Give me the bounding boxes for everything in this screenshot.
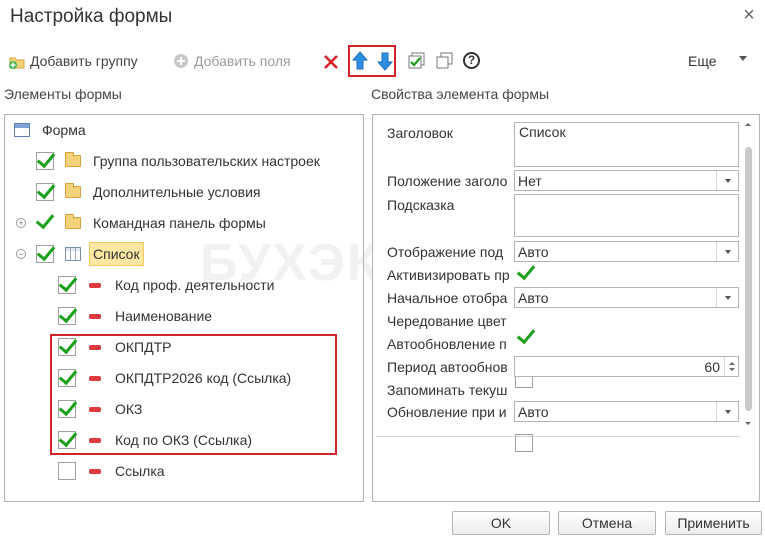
tree-checkbox[interactable] <box>58 307 76 325</box>
tree-item-label: Список <box>89 242 144 266</box>
prop-initial-display-label: Начальное отобра <box>387 290 508 306</box>
delete-icon[interactable] <box>322 53 340 74</box>
chevron-down-icon[interactable] <box>739 56 747 61</box>
ok-button[interactable]: OK <box>452 511 550 535</box>
tree-item-label: Дополнительные условия <box>93 184 261 200</box>
check-all-icon[interactable] <box>408 52 426 73</box>
field-icon <box>89 282 101 288</box>
select-value: Авто <box>518 289 549 306</box>
add-group-icon <box>8 52 26 70</box>
select-value: Авто <box>518 243 549 260</box>
prop-period-label: Период автообнов <box>387 359 508 375</box>
expand-icon[interactable]: + <box>16 218 26 228</box>
activate-checkbox[interactable] <box>517 265 535 283</box>
copy-icon[interactable] <box>436 52 454 73</box>
select-value: Авто <box>518 403 549 420</box>
prop-activate-label: Активизировать пр <box>387 267 510 283</box>
add-fields-label: Добавить поля <box>194 53 291 69</box>
select-value: Нет <box>518 172 542 189</box>
move-down-icon[interactable] <box>376 51 394 74</box>
tree-item-label: Ссылка <box>115 463 165 479</box>
add-fields-icon <box>172 52 190 70</box>
scrollbar-thumb[interactable] <box>745 147 752 411</box>
element-properties-label: Свойства элемента формы <box>371 86 550 102</box>
tree-checkbox[interactable] <box>58 276 76 294</box>
tree-item-field[interactable]: Наименование <box>58 304 212 328</box>
divider <box>376 436 740 437</box>
prop-alternate-label: Чередование цвет <box>387 313 507 329</box>
help-icon[interactable]: ? <box>463 52 480 69</box>
folder-icon <box>65 152 81 167</box>
update-on-select[interactable]: Авто <box>514 401 739 422</box>
tree-item-user-settings-group[interactable]: Группа пользовательских настроек <box>36 149 320 173</box>
tree-item-label: Код проф. деятельности <box>115 277 275 293</box>
tree-checkbox[interactable] <box>36 245 54 263</box>
tree-item-field[interactable]: Ссылка <box>58 459 165 483</box>
period-stepper[interactable]: 60 <box>514 356 739 377</box>
prop-update-on-label: Обновление при и <box>387 404 507 420</box>
dropdown-arrow-icon[interactable] <box>716 402 738 421</box>
close-icon[interactable]: × <box>738 4 760 26</box>
title-position-select[interactable]: Нет <box>514 170 739 191</box>
hint-field[interactable] <box>514 194 739 237</box>
tree-checkbox[interactable] <box>36 183 54 201</box>
tree-item-list[interactable]: − Список <box>16 242 144 266</box>
table-icon <box>65 247 81 261</box>
initial-display-select[interactable]: Авто <box>514 287 739 308</box>
tree-checkbox[interactable] <box>36 214 54 232</box>
form-icon <box>14 123 30 137</box>
dropdown-arrow-icon[interactable] <box>716 288 738 307</box>
window-title: Настройка формы <box>10 6 173 27</box>
cancel-button[interactable]: Отмена <box>558 511 656 535</box>
tree-item-label: Группа пользовательских настроек <box>93 153 320 169</box>
tree-item-command-panel[interactable]: + Командная панель формы <box>16 211 266 235</box>
tree-item-label: Командная панель формы <box>93 215 266 231</box>
prop-title-position-label: Положение заголо <box>387 173 508 189</box>
prop-autoupdate-label: Автообновление п <box>387 336 507 352</box>
prop-hint-label: Подсказка <box>387 197 455 213</box>
stepper-value: 60 <box>704 358 720 375</box>
tree-item-field[interactable]: Код проф. деятельности <box>58 273 274 297</box>
form-elements-label: Элементы формы <box>4 86 122 102</box>
tree-item-label: Форма <box>42 122 86 138</box>
prop-display-label: Отображение под <box>387 244 504 260</box>
tree-item-additional-conditions[interactable]: Дополнительные условия <box>36 180 261 204</box>
prop-title-label: Заголовок <box>387 125 453 141</box>
scroll-up-icon[interactable] <box>745 123 751 126</box>
folder-icon <box>65 214 81 229</box>
move-up-icon[interactable] <box>351 51 369 74</box>
field-icon <box>89 468 101 474</box>
highlight-box <box>50 334 337 455</box>
title-field[interactable]: Список <box>514 122 739 167</box>
more-button[interactable]: Еще <box>688 53 717 69</box>
add-group-button[interactable]: Добавить группу <box>8 52 138 70</box>
dropdown-arrow-icon[interactable] <box>716 242 738 261</box>
add-fields-button[interactable]: Добавить поля <box>172 52 291 70</box>
folder-icon <box>65 183 81 198</box>
tree-checkbox[interactable] <box>58 462 76 480</box>
field-icon <box>89 313 101 319</box>
tree-checkbox[interactable] <box>36 152 54 170</box>
prop-remember-label: Запоминать текуш <box>387 382 508 398</box>
tree-item-form[interactable]: Форма <box>14 118 86 142</box>
apply-button[interactable]: Применить <box>665 511 762 535</box>
tree-item-label: Наименование <box>115 308 213 324</box>
scroll-down-icon[interactable] <box>745 422 751 425</box>
add-group-label: Добавить группу <box>30 53 138 69</box>
stepper-arrows-icon[interactable] <box>724 357 738 376</box>
alternate-checkbox[interactable] <box>517 329 535 347</box>
collapse-icon[interactable]: − <box>16 249 26 259</box>
dropdown-arrow-icon[interactable] <box>716 171 738 190</box>
display-select[interactable]: Авто <box>514 241 739 262</box>
